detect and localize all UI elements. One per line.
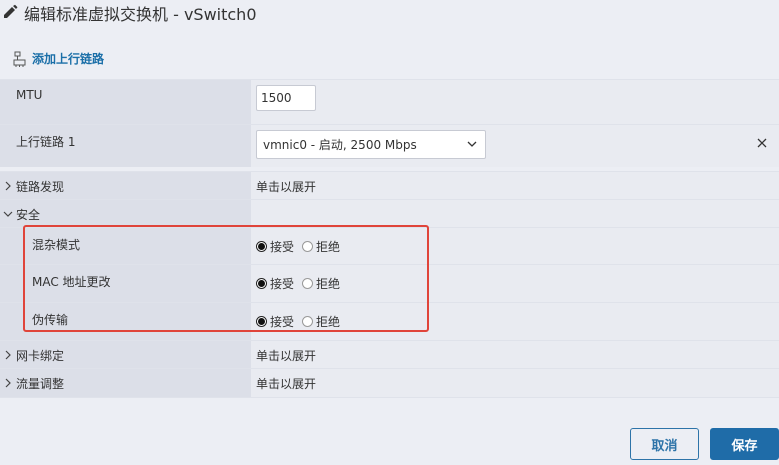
link-discovery-value: 单击以展开 — [256, 180, 317, 194]
save-button[interactable]: 保存 — [710, 428, 779, 460]
nic-teaming-label: 网卡绑定 — [16, 349, 65, 363]
nic-teaming-row[interactable]: 网卡绑定 单击以展开 — [0, 340, 779, 369]
link-discovery-row[interactable]: 链路发现 单击以展开 — [0, 171, 779, 200]
uplink1-select[interactable]: vmnic0 - 启动, 2500 Mbps — [256, 130, 486, 159]
dialog-title: 编辑标准虚拟交换机 - vSwitch0 — [24, 5, 257, 24]
nic-teaming-value: 单击以展开 — [256, 349, 317, 363]
uplink-adapter-icon — [13, 51, 26, 67]
security-row[interactable]: 安全 — [0, 199, 779, 228]
chevron-right-icon — [5, 181, 11, 191]
uplink1-row: 上行链路 1 vmnic0 - 启动, 2500 Mbps — [0, 124, 779, 167]
traffic-shaping-label: 流量调整 — [16, 377, 65, 391]
uplink1-selected: vmnic0 - 启动, 2500 Mbps — [263, 138, 417, 152]
chevron-right-icon — [5, 350, 11, 360]
dialog-title-bar: 编辑标准虚拟交换机 - vSwitch0 — [0, 0, 779, 26]
pencil-icon — [4, 4, 18, 18]
chevron-down-icon — [467, 141, 477, 147]
uplink1-label: 上行链路 1 — [16, 135, 76, 149]
add-uplink-button[interactable]: 添加上行链路 — [12, 50, 104, 67]
security-annotation-highlight — [23, 225, 429, 332]
chevron-right-icon — [5, 378, 11, 388]
mtu-row: MTU — [0, 79, 779, 125]
add-uplink-label: 添加上行链路 — [32, 52, 105, 66]
remove-uplink-close-icon[interactable] — [757, 138, 767, 148]
traffic-shaping-row[interactable]: 流量调整 单击以展开 — [0, 368, 779, 398]
mtu-input[interactable] — [256, 85, 316, 111]
chevron-down-icon — [3, 211, 13, 217]
cancel-button[interactable]: 取消 — [630, 428, 699, 460]
traffic-shaping-value: 单击以展开 — [256, 377, 317, 391]
link-discovery-label: 链路发现 — [16, 180, 65, 194]
security-label: 安全 — [16, 208, 41, 222]
mtu-label: MTU — [16, 88, 43, 102]
